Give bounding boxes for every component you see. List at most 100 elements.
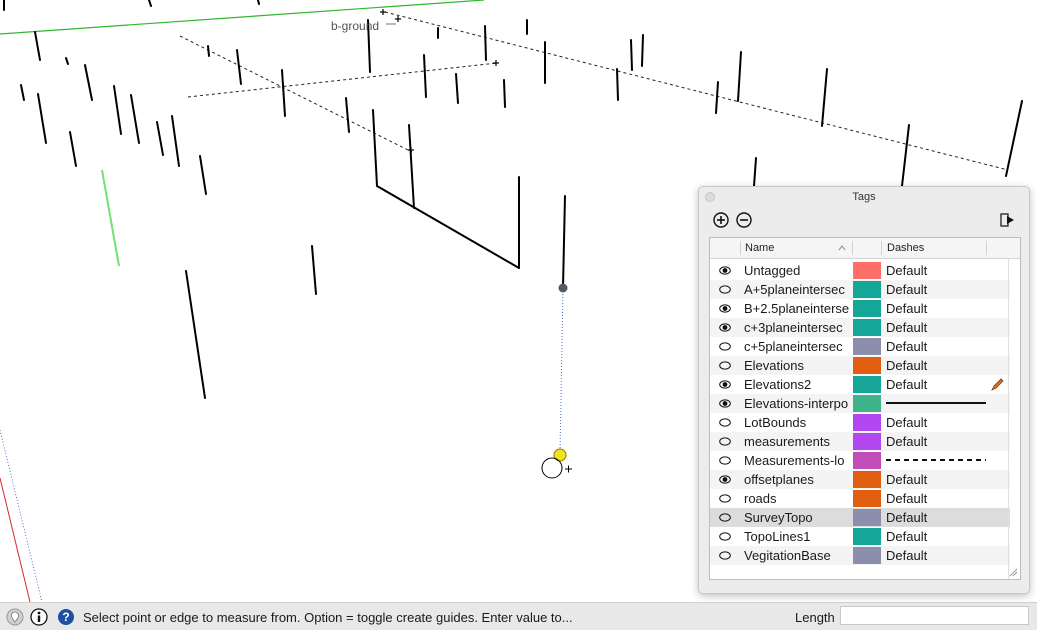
tag-dashes[interactable]: Default [886, 339, 927, 354]
tag-color-swatch[interactable] [853, 395, 881, 412]
eye-icon[interactable] [719, 398, 731, 409]
tag-dashes[interactable]: Default [886, 301, 927, 316]
tag-color-swatch[interactable] [853, 509, 881, 526]
tag-row[interactable]: TopoLines1 Default [710, 527, 1010, 546]
eye-hidden-icon[interactable] [719, 341, 731, 352]
tag-name[interactable]: Elevations [744, 358, 850, 373]
tag-color-swatch[interactable] [853, 471, 881, 488]
tag-row[interactable]: Measurements-lo [710, 451, 1010, 470]
tag-dashes[interactable]: Default [886, 472, 927, 487]
sort-ascending-icon [838, 245, 846, 251]
tag-dashes[interactable]: Default [886, 263, 927, 278]
tag-name[interactable]: roads [744, 491, 850, 506]
eye-hidden-icon[interactable] [719, 512, 731, 523]
tag-dashes[interactable]: Default [886, 377, 927, 392]
tag-row[interactable]: Elevations2 Default [710, 375, 1010, 394]
tag-dashes[interactable]: Default [886, 415, 927, 430]
geo-location-icon[interactable] [6, 608, 24, 626]
tag-name[interactable]: offsetplanes [744, 472, 850, 487]
tag-color-swatch[interactable] [853, 547, 881, 564]
eye-icon[interactable] [719, 303, 731, 314]
eye-hidden-icon[interactable] [719, 360, 731, 371]
tag-dashes[interactable]: Default [886, 491, 927, 506]
tag-row[interactable]: VegitationBase Default [710, 546, 1010, 565]
tag-name[interactable]: SurveyTopo [744, 510, 850, 525]
tag-color-swatch[interactable] [853, 490, 881, 507]
tag-color-swatch[interactable] [853, 433, 881, 450]
tag-row[interactable]: B+2.5planeinterse Default [710, 299, 1010, 318]
tag-color-swatch[interactable] [853, 300, 881, 317]
start-point [558, 283, 568, 293]
tag-dashes[interactable]: Default [886, 529, 927, 544]
add-tag-button[interactable] [712, 211, 730, 229]
tag-row[interactable]: Elevations-interpo [710, 394, 1010, 413]
tag-row[interactable]: Elevations Default [710, 356, 1010, 375]
tag-name[interactable]: B+2.5planeinterse [744, 301, 850, 316]
eye-hidden-icon[interactable] [719, 436, 731, 447]
tag-row[interactable]: A+5planeintersec Default [710, 280, 1010, 299]
tag-name[interactable]: c+3planeintersec [744, 320, 850, 335]
tag-row[interactable]: roads Default [710, 489, 1010, 508]
tag-name[interactable]: c+5planeintersec [744, 339, 850, 354]
tag-color-swatch[interactable] [853, 281, 881, 298]
blue-dotted-axis [0, 429, 43, 602]
tape-measure-cursor-icon [541, 448, 572, 479]
panel-titlebar[interactable]: Tags [699, 187, 1029, 207]
tag-dashes[interactable]: Default [886, 548, 927, 563]
eye-icon[interactable] [719, 265, 731, 276]
tag-color-swatch[interactable] [853, 357, 881, 374]
tag-dashes[interactable]: Default [886, 358, 927, 373]
tag-row[interactable]: offsetplanes Default [710, 470, 1010, 489]
tag-dash-pattern[interactable] [884, 398, 988, 408]
pencil-icon [991, 378, 1004, 391]
tag-row[interactable]: c+3planeintersec Default [710, 318, 1010, 337]
tag-name[interactable]: VegitationBase [744, 548, 850, 563]
tag-row[interactable]: LotBounds Default [710, 413, 1010, 432]
tag-color-swatch[interactable] [853, 528, 881, 545]
tag-dashes[interactable]: Default [886, 320, 927, 335]
tag-name[interactable]: Measurements-lo [744, 453, 850, 468]
column-header-dashes[interactable]: Dashes [887, 242, 924, 254]
tag-color-swatch[interactable] [853, 338, 881, 355]
tag-color-swatch[interactable] [853, 452, 881, 469]
green-axis-line [0, 0, 485, 35]
tag-dashes[interactable]: Default [886, 510, 927, 525]
tag-name[interactable]: Elevations-interpo [744, 396, 850, 411]
tag-color-swatch[interactable] [853, 319, 881, 336]
tag-row[interactable]: measurements Default [710, 432, 1010, 451]
eye-hidden-icon[interactable] [719, 455, 731, 466]
tag-name[interactable]: Untagged [744, 263, 850, 278]
tag-name[interactable]: measurements [744, 434, 850, 449]
tag-dash-pattern[interactable] [884, 455, 988, 465]
remove-tag-button[interactable] [735, 211, 753, 229]
tag-row[interactable]: SurveyTopo Default [710, 508, 1010, 527]
length-input[interactable] [840, 606, 1029, 625]
tag-name[interactable]: A+5planeintersec [744, 282, 850, 297]
tag-dashes[interactable]: Default [886, 434, 927, 449]
tag-row[interactable]: Untagged Default [710, 261, 1010, 280]
vertical-scrollbar[interactable] [1008, 259, 1009, 579]
tag-name[interactable]: Elevations2 [744, 377, 850, 392]
tag-name[interactable]: LotBounds [744, 415, 850, 430]
tag-color-swatch[interactable] [853, 262, 881, 279]
eye-hidden-icon[interactable] [719, 284, 731, 295]
eye-hidden-icon[interactable] [719, 550, 731, 561]
details-arrow-icon [1000, 213, 1014, 227]
eye-icon[interactable] [719, 322, 731, 333]
tag-name[interactable]: TopoLines1 [744, 529, 850, 544]
eye-hidden-icon[interactable] [719, 417, 731, 428]
eye-hidden-icon[interactable] [719, 531, 731, 542]
eye-hidden-icon[interactable] [719, 493, 731, 504]
tags-table: Name Dashes Untagged Default A+5planeinter… [709, 237, 1021, 580]
tag-color-swatch[interactable] [853, 376, 881, 393]
eye-icon[interactable] [719, 379, 731, 390]
column-header-name[interactable]: Name [745, 242, 774, 254]
tag-dashes[interactable]: Default [886, 282, 927, 297]
resize-grip-icon[interactable] [1008, 567, 1018, 577]
tag-row[interactable]: c+5planeintersec Default [710, 337, 1010, 356]
eye-icon[interactable] [719, 474, 731, 485]
help-icon[interactable]: ? [57, 608, 75, 626]
details-button[interactable] [998, 211, 1016, 229]
tag-color-swatch[interactable] [853, 414, 881, 431]
credits-icon[interactable] [30, 608, 48, 626]
